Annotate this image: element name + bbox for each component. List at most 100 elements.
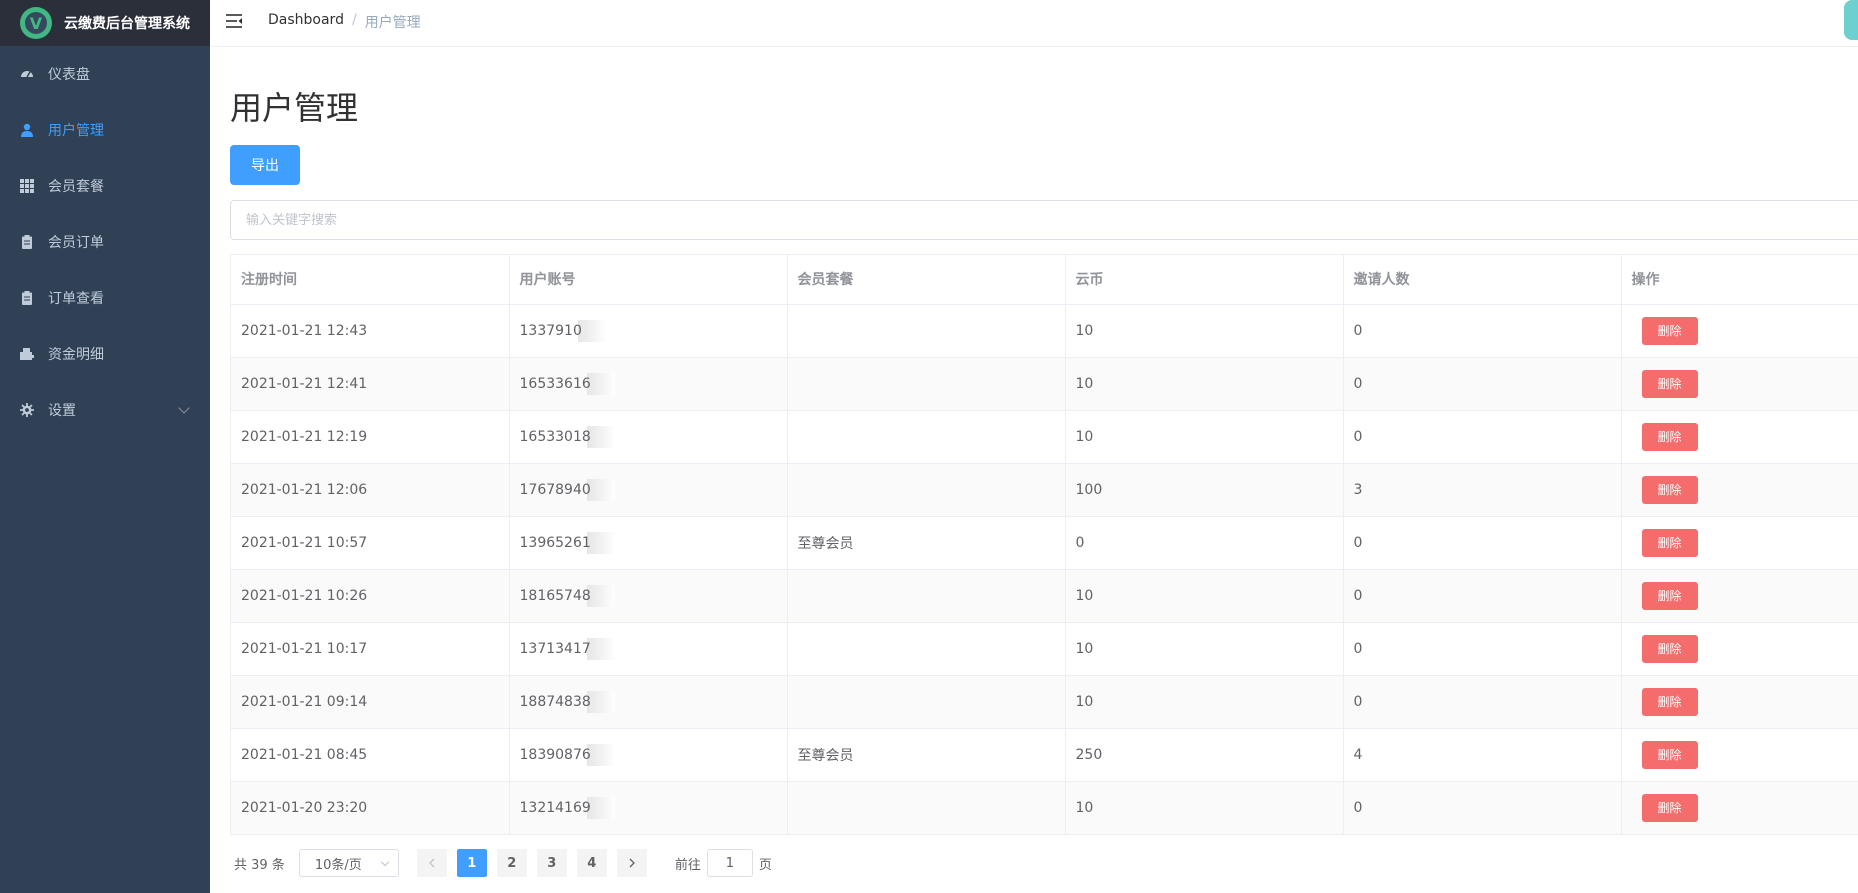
- dashboard-icon: [20, 67, 34, 81]
- account-number: 17678940: [519, 481, 591, 498]
- page-button-1[interactable]: 1: [456, 849, 487, 877]
- delete-button[interactable]: 删除: [1641, 316, 1698, 345]
- redaction-mask: [586, 637, 615, 660]
- sidebar-menu: 仪表盘 用户管理 会员套餐 会员订单 订单查看 资金明细 设置: [0, 46, 210, 438]
- table-row: 2021-01-21 08:45 18390876 至尊会员 250 4 删除: [231, 728, 1858, 782]
- sidebar-item-label: 订单查看: [48, 291, 104, 307]
- sidebar-item-member-orders[interactable]: 会员订单: [0, 214, 210, 270]
- cell-coins: 0: [1065, 516, 1344, 570]
- cell-invites: 0: [1343, 781, 1622, 835]
- table-row: 2021-01-21 10:17 13713417 10 0 删除: [231, 622, 1858, 676]
- cell-invites: 0: [1343, 675, 1622, 729]
- goto-prefix: 前往: [674, 857, 701, 873]
- cell-invites: 0: [1343, 410, 1622, 464]
- cell-coins: 10: [1065, 569, 1344, 623]
- delete-button[interactable]: 删除: [1641, 687, 1698, 716]
- delete-button[interactable]: 删除: [1641, 740, 1698, 769]
- cell-plan: 至尊会员: [787, 728, 1066, 782]
- cell-account: 13713417: [509, 622, 788, 676]
- delete-button[interactable]: 删除: [1641, 475, 1698, 504]
- delete-button[interactable]: 删除: [1641, 793, 1698, 822]
- table-row: 2021-01-21 12:43 1337910 10 0 删除: [231, 304, 1858, 358]
- cell-plan: [787, 675, 1066, 729]
- cell-invites: 0: [1343, 516, 1622, 570]
- pagination-total: 共 39 条: [234, 857, 285, 873]
- account-number: 18390876: [519, 746, 591, 763]
- account-number: 16533616: [519, 375, 591, 392]
- page-size-select[interactable]: 10条/页: [298, 849, 399, 877]
- logo-letter: V: [29, 13, 43, 33]
- search-input[interactable]: [230, 200, 1858, 240]
- chevron-down-icon: [178, 402, 190, 414]
- cell-register-time: 2021-01-21 09:14: [231, 675, 510, 729]
- goto-page-input[interactable]: [706, 849, 753, 877]
- account-number: 18874838: [519, 693, 591, 710]
- table-row: 2021-01-21 12:19 16533018 10 0 删除: [231, 410, 1858, 464]
- breadcrumb-home[interactable]: Dashboard: [268, 12, 344, 32]
- table-header-row: 注册时间 用户账号 会员套餐 云币 邀请人数 操作: [231, 255, 1858, 305]
- sidebar-item-users[interactable]: 用户管理: [0, 102, 210, 158]
- page-button-2[interactable]: 2: [496, 849, 527, 877]
- page-button-3[interactable]: 3: [536, 849, 567, 877]
- cell-register-time: 2021-01-21 10:57: [231, 516, 510, 570]
- export-button[interactable]: 导出: [230, 145, 300, 185]
- cell-actions: 删除: [1621, 463, 1858, 517]
- column-header-register-time: 注册时间: [231, 255, 510, 305]
- breadcrumb-separator: /: [351, 12, 357, 28]
- table-row: 2021-01-21 10:57 13965261 至尊会员 0 0 删除: [231, 516, 1858, 570]
- logo-bar: V 云缴费后台管理系统: [0, 0, 210, 46]
- redaction-mask: [577, 319, 606, 342]
- users-table: 注册时间 用户账号 会员套餐 云币 邀请人数 操作 2021-01-21 12:…: [230, 254, 1858, 835]
- grid-icon: [20, 179, 34, 193]
- user-icon: [20, 123, 34, 137]
- sidebar-item-settings[interactable]: 设置: [0, 382, 210, 438]
- hamburger-icon[interactable]: [226, 13, 244, 29]
- cell-invites: 0: [1343, 569, 1622, 623]
- account-number: 13713417: [519, 640, 591, 657]
- cell-actions: 删除: [1621, 516, 1858, 570]
- cell-plan: [787, 357, 1066, 411]
- cell-account: 16533018: [509, 410, 788, 464]
- cell-actions: 删除: [1621, 675, 1858, 729]
- cell-register-time: 2021-01-21 10:17: [231, 622, 510, 676]
- sidebar-item-label: 资金明细: [48, 347, 104, 363]
- gear-icon: [20, 403, 34, 417]
- cell-actions: 删除: [1621, 410, 1858, 464]
- prev-page-button[interactable]: [416, 849, 447, 877]
- delete-button[interactable]: 删除: [1641, 581, 1698, 610]
- cell-register-time: 2021-01-20 23:20: [231, 781, 510, 835]
- delete-button[interactable]: 删除: [1641, 528, 1698, 557]
- column-header-actions: 操作: [1621, 255, 1858, 305]
- page-title: 用户管理: [230, 89, 359, 127]
- sidebar-item-order-view[interactable]: 订单查看: [0, 270, 210, 326]
- delete-button[interactable]: 删除: [1641, 422, 1698, 451]
- redaction-mask: [586, 796, 615, 819]
- column-header-coins: 云币: [1065, 255, 1344, 305]
- sidebar-item-label: 会员套餐: [48, 179, 104, 195]
- redaction-mask: [586, 690, 615, 713]
- cell-register-time: 2021-01-21 12:19: [231, 410, 510, 464]
- page-jumper: 前往 页: [675, 849, 772, 877]
- cell-plan: [787, 463, 1066, 517]
- sidebar-item-label: 仪表盘: [48, 67, 90, 83]
- avatar[interactable]: [1844, 0, 1858, 40]
- goto-suffix: 页: [758, 857, 772, 873]
- delete-button[interactable]: 删除: [1641, 369, 1698, 398]
- cell-account: 13965261: [509, 516, 788, 570]
- account-number: 13965261: [519, 534, 591, 551]
- cell-actions: 删除: [1621, 357, 1858, 411]
- cell-account: 1337910: [509, 304, 788, 358]
- cell-account: 18165748: [509, 569, 788, 623]
- app-title: 云缴费后台管理系统: [64, 16, 190, 32]
- sidebar-item-plans[interactable]: 会员套餐: [0, 158, 210, 214]
- sidebar-item-dashboard[interactable]: 仪表盘: [0, 46, 210, 102]
- page-button-4[interactable]: 4: [576, 849, 607, 877]
- sidebar-item-label: 会员订单: [48, 235, 104, 251]
- redaction-mask: [586, 584, 615, 607]
- cell-invites: 0: [1343, 304, 1622, 358]
- delete-button[interactable]: 删除: [1641, 634, 1698, 663]
- sidebar: V 云缴费后台管理系统 仪表盘 用户管理 会员套餐 会员订单 订单查看 资金明细…: [0, 0, 210, 893]
- sidebar-item-funds[interactable]: 资金明细: [0, 326, 210, 382]
- next-page-button[interactable]: [616, 849, 647, 877]
- pagination: 共 39 条 10条/页 1 2 3 4 前往 页: [230, 849, 772, 877]
